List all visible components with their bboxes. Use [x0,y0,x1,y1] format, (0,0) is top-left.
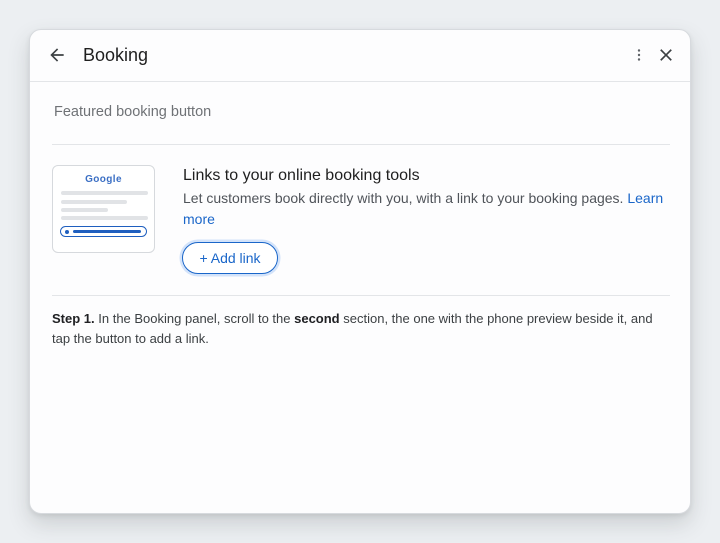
placeholder-line [61,216,148,220]
panel-header: Booking [30,30,690,82]
step-instruction: Step 1. In the Booking panel, scroll to … [52,309,674,348]
close-icon [660,49,672,61]
back-button[interactable] [41,39,73,71]
section-title: Featured booking button [54,104,212,120]
step-emphasis: second [294,311,340,326]
more-vert-icon [637,49,641,61]
pill-line [73,230,141,233]
close-button[interactable] [650,39,682,71]
placeholder-line [61,191,148,195]
feature-description-text: Let customers book directly with you, wi… [183,190,624,206]
placeholder-line [61,200,127,204]
booking-button-preview: Google [52,165,155,253]
divider [52,295,670,296]
preview-booking-pill [60,226,147,237]
back-arrow-icon [50,48,64,62]
panel-title: Booking [83,45,149,65]
add-link-button[interactable]: + Add link [182,242,278,274]
pill-dot [65,229,69,234]
feature-description: Let customers book directly with you, wi… [183,188,671,230]
step-label: Step 1. [52,311,95,326]
placeholder-line [61,208,108,212]
booking-panel: Booking Featured booking button Google L… [29,29,691,514]
google-logo: Google [85,174,122,185]
step-text-1: In the Booking panel, scroll to the [98,311,291,326]
divider [52,144,670,145]
feature-title: Links to your online booking tools [183,167,420,184]
